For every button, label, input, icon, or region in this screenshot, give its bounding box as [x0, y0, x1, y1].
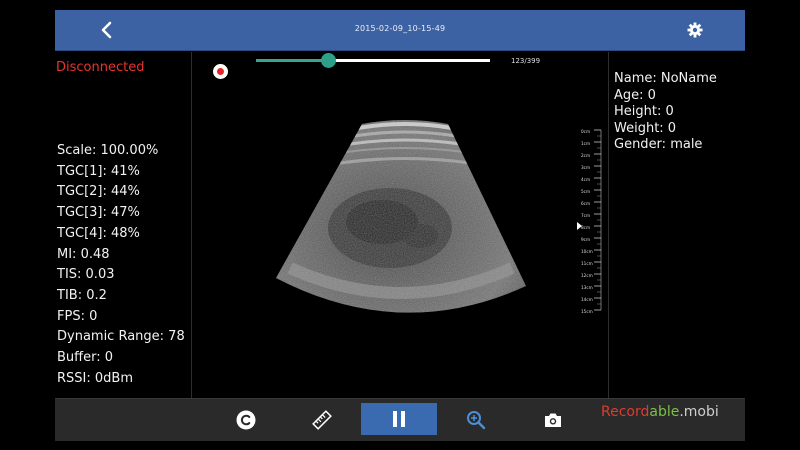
- param-scale: Scale: 100.00%: [57, 143, 159, 158]
- camera-icon: [545, 413, 561, 427]
- zoom-in-icon: [467, 411, 486, 430]
- measure-button[interactable]: [305, 403, 339, 437]
- param-tis: TIS: 0.03: [57, 267, 115, 283]
- param-tgc-3: TGC[3]: 47%: [57, 205, 140, 221]
- patient-name: Name: NoName: [614, 71, 717, 86]
- gear-icon: [687, 22, 703, 38]
- patient-gender: Gender: male: [614, 137, 703, 152]
- patient-weight: Weight: 0: [614, 120, 677, 136]
- param-buffer: Buffer: 0: [57, 350, 114, 366]
- param-tgc-4: TGC[4]: 48%: [57, 225, 140, 241]
- depth-label: 11cm: [581, 261, 593, 266]
- connection-status: Disconnected: [56, 60, 145, 75]
- watermark: Recordable.mobi: [601, 404, 719, 420]
- pause-button[interactable]: [361, 403, 437, 435]
- param-dynamic-range: Dynamic Range: 78: [57, 329, 185, 345]
- param-tib: TIB: 0.2: [57, 287, 107, 303]
- top-bar: 2015-02-09_10-15-49: [55, 10, 745, 51]
- param-mi: MI: 0.48: [57, 246, 110, 262]
- param-tgc-2: TGC[2]: 44%: [57, 184, 140, 200]
- clear-button[interactable]: [229, 403, 263, 437]
- acquisition-params: Scale: 100.00% TGC[1]: 41% TGC[2]: 44% T…: [57, 141, 185, 389]
- ultrasound-image[interactable]: [270, 118, 532, 328]
- depth-label: 8cm: [581, 225, 590, 230]
- frame-slider-fill: [256, 59, 329, 62]
- patient-info: Name: NoName Age: 0 Height: 0 Weight: 0 …: [614, 71, 717, 154]
- left-panel-divider: [191, 52, 192, 398]
- depth-label: 15cm: [581, 309, 593, 314]
- frame-counter: 123/399: [511, 57, 541, 65]
- ruler-icon: [312, 410, 332, 430]
- snapshot-button[interactable]: [536, 403, 570, 437]
- bottom-toolbar: Recordable.mobi: [55, 398, 745, 441]
- depth-label: 10cm: [581, 249, 593, 254]
- zoom-in-button[interactable]: [459, 403, 493, 437]
- patient-age: Age: 0: [614, 87, 656, 103]
- depth-label: 12cm: [581, 273, 593, 278]
- session-title: 2015-02-09_10-15-49: [354, 24, 446, 33]
- settings-button[interactable]: [685, 20, 705, 40]
- param-rssi: RSSI: 0dBm: [57, 370, 133, 386]
- depth-scale: 0cm 1cm 2cm 3cm 4cm 5cm 6cm 7cm 8cm 9cm 10cm 11cm 12…: [581, 129, 602, 314]
- depth-marker-icon[interactable]: [577, 222, 582, 230]
- depth-label: 9cm: [581, 237, 590, 242]
- frame-slider-track[interactable]: [256, 59, 490, 62]
- depth-label: 6cm: [581, 201, 590, 206]
- depth-label: 4cm: [581, 177, 590, 182]
- depth-label: 14cm: [581, 297, 593, 302]
- param-tgc-1: TGC[1]: 41%: [57, 163, 140, 179]
- depth-label: 2cm: [581, 153, 590, 158]
- patient-height: Height: 0: [614, 104, 674, 119]
- depth-label: 7cm: [581, 213, 590, 218]
- depth-label: 1cm: [581, 141, 590, 146]
- param-fps: FPS: 0: [57, 308, 98, 324]
- depth-label: 3cm: [581, 165, 590, 170]
- c-circle-icon: [236, 410, 256, 430]
- depth-label: 5cm: [581, 189, 590, 194]
- record-button[interactable]: [213, 64, 228, 79]
- depth-label: 0cm: [581, 129, 590, 134]
- pause-icon: [393, 411, 405, 427]
- right-panel-divider: [608, 52, 609, 398]
- depth-label: 13cm: [581, 285, 593, 290]
- frame-slider-handle[interactable]: [320, 53, 336, 68]
